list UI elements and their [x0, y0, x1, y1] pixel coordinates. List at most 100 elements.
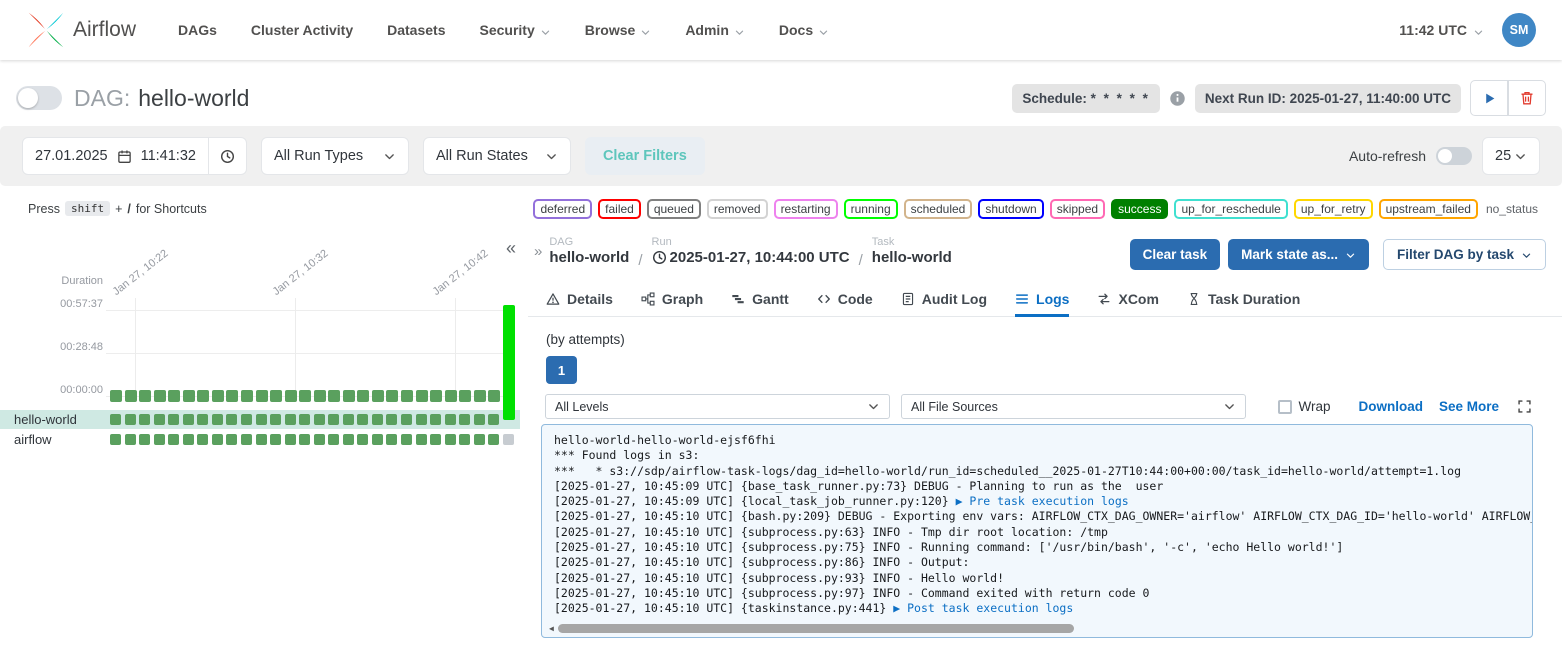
trigger-dag-button[interactable]: [1470, 80, 1508, 116]
tab-graph[interactable]: Graph: [641, 284, 703, 317]
breadcrumb-dag[interactable]: hello-world: [549, 249, 629, 266]
legend-badge-restarting[interactable]: restarting: [774, 199, 838, 219]
task-instance-square[interactable]: [401, 414, 412, 425]
task-instance-square[interactable]: [416, 434, 427, 445]
task-instance-square[interactable]: [110, 414, 121, 425]
task-instance-square[interactable]: [386, 414, 397, 425]
task-instance-square[interactable]: [270, 434, 281, 445]
task-instance-square[interactable]: [299, 434, 310, 445]
page-size-select[interactable]: 25: [1482, 137, 1540, 175]
task-instance-square[interactable]: [125, 434, 136, 445]
legend-badge-failed[interactable]: failed: [598, 199, 641, 219]
task-instance-square[interactable]: [139, 414, 150, 425]
task-row-label[interactable]: hello-world: [14, 412, 77, 427]
task-instance-square[interactable]: [299, 414, 310, 425]
task-instance-square[interactable]: [314, 434, 325, 445]
run-duration-bar[interactable]: [285, 390, 297, 402]
fullscreen-icon[interactable]: [1517, 399, 1532, 414]
nav-item-admin[interactable]: Admin: [685, 22, 745, 38]
task-instance-square[interactable]: [154, 434, 165, 445]
run-duration-bar[interactable]: [314, 390, 326, 402]
log-group-link[interactable]: ▶ Pre task execution logs: [956, 494, 1129, 508]
legend-badge-no_status[interactable]: no_status: [1484, 201, 1540, 217]
task-instance-square[interactable]: [212, 414, 223, 425]
legend-badge-scheduled[interactable]: scheduled: [904, 199, 973, 219]
task-instance-square[interactable]: [183, 414, 194, 425]
legend-badge-deferred[interactable]: deferred: [533, 199, 592, 219]
legend-badge-up_for_reschedule[interactable]: up_for_reschedule: [1174, 199, 1287, 219]
run-duration-bar[interactable]: [154, 390, 166, 402]
tab-audit-log[interactable]: Audit Log: [901, 284, 987, 317]
legend-badge-queued[interactable]: queued: [647, 199, 701, 219]
run-duration-bar[interactable]: [328, 390, 340, 402]
legend-badge-shutdown[interactable]: shutdown: [978, 199, 1043, 219]
task-instance-square[interactable]: [168, 434, 179, 445]
running-run-bar[interactable]: [503, 305, 515, 420]
task-instance-square[interactable]: [445, 434, 456, 445]
task-instance-square[interactable]: [357, 434, 368, 445]
task-instance-square[interactable]: [343, 414, 354, 425]
task-instance-square[interactable]: [445, 414, 456, 425]
run-duration-bar[interactable]: [445, 390, 457, 402]
expand-panel-icon[interactable]: »: [534, 236, 540, 260]
run-duration-bar[interactable]: [299, 390, 311, 402]
schedule-badge[interactable]: Schedule: * * * * *: [1012, 84, 1160, 113]
task-instance-square[interactable]: [285, 434, 296, 445]
nav-item-security[interactable]: Security: [479, 22, 550, 38]
task-instance-square[interactable]: [270, 414, 281, 425]
task-instance-square[interactable]: [328, 434, 339, 445]
task-instance-square[interactable]: [154, 414, 165, 425]
info-icon[interactable]: [1169, 90, 1186, 107]
delete-dag-button[interactable]: [1508, 80, 1546, 116]
task-instance-square[interactable]: [401, 434, 412, 445]
run-duration-bar[interactable]: [416, 390, 428, 402]
clear-filters-button[interactable]: Clear Filters: [585, 137, 705, 175]
run-types-select[interactable]: All Run Types: [261, 137, 409, 175]
tab-logs[interactable]: Logs: [1015, 284, 1069, 317]
run-duration-bar[interactable]: [430, 390, 442, 402]
user-avatar[interactable]: SM: [1502, 13, 1536, 47]
run-duration-bar[interactable]: [197, 390, 209, 402]
task-instance-square[interactable]: [416, 414, 427, 425]
task-instance-square[interactable]: [474, 414, 485, 425]
legend-badge-success[interactable]: success: [1111, 199, 1168, 219]
nav-item-docs[interactable]: Docs: [779, 22, 829, 38]
task-instance-square[interactable]: [226, 434, 237, 445]
task-instance-square[interactable]: [459, 414, 470, 425]
run-duration-bar[interactable]: [488, 390, 500, 402]
run-duration-bar[interactable]: [357, 390, 369, 402]
legend-badge-removed[interactable]: removed: [707, 199, 768, 219]
wrap-checkbox[interactable]: [1278, 400, 1292, 414]
dag-pause-toggle[interactable]: [16, 86, 62, 110]
task-instance-square[interactable]: [241, 434, 252, 445]
run-states-select[interactable]: All Run States: [423, 137, 571, 175]
task-instance-square[interactable]: [488, 414, 499, 425]
log-level-select[interactable]: All Levels: [545, 394, 890, 419]
breadcrumb-run[interactable]: 2025-01-27, 10:44:00 UTC: [652, 249, 850, 266]
time-picker-button[interactable]: [208, 138, 246, 174]
file-source-select[interactable]: All File Sources: [901, 394, 1246, 419]
legend-badge-skipped[interactable]: skipped: [1050, 199, 1105, 219]
run-duration-bar[interactable]: [343, 390, 355, 402]
nav-item-browse[interactable]: Browse: [585, 22, 652, 38]
legend-badge-upstream_failed[interactable]: upstream_failed: [1379, 199, 1478, 219]
run-duration-bar[interactable]: [474, 390, 486, 402]
run-duration-bar[interactable]: [139, 390, 151, 402]
log-group-link[interactable]: ▶ Post task execution logs: [893, 601, 1073, 615]
scrollbar-thumb[interactable]: [558, 624, 1074, 633]
task-instance-square[interactable]: [474, 434, 485, 445]
attempt-1-button[interactable]: 1: [546, 356, 577, 384]
task-instance-square[interactable]: [314, 414, 325, 425]
task-instance-square[interactable]: [125, 414, 136, 425]
nav-item-dags[interactable]: DAGs: [178, 22, 217, 38]
legend-badge-running[interactable]: running: [844, 199, 898, 219]
date-value[interactable]: 27.01.2025: [35, 148, 108, 164]
task-instance-square[interactable]: [430, 414, 441, 425]
task-instance-square[interactable]: [285, 414, 296, 425]
date-time-picker[interactable]: 27.01.2025 11:41:32: [22, 137, 247, 175]
mark-state-button[interactable]: Mark state as...: [1228, 239, 1369, 270]
task-instance-square[interactable]: [256, 434, 267, 445]
run-duration-bar[interactable]: [401, 390, 413, 402]
run-duration-bar[interactable]: [386, 390, 398, 402]
nav-item-cluster-activity[interactable]: Cluster Activity: [251, 22, 353, 38]
